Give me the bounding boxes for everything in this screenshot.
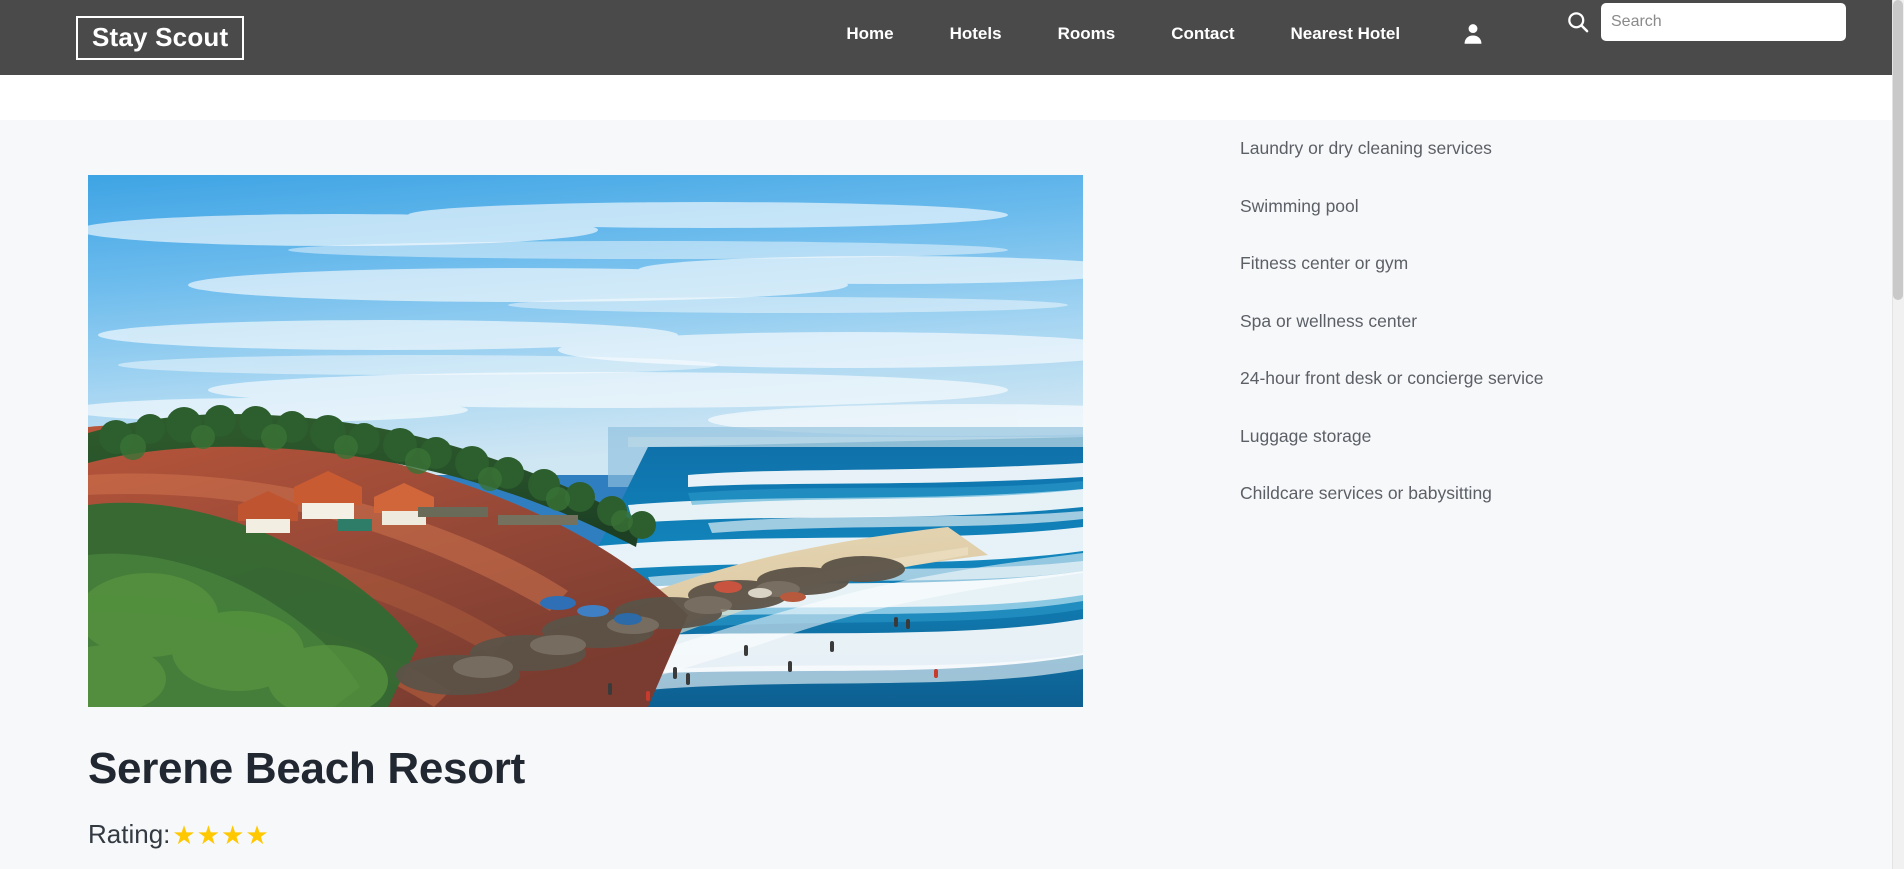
rating-label: Rating: <box>88 819 171 850</box>
main-nav-links: Home Hotels Rooms Contact Nearest Hotel <box>818 21 1486 55</box>
amenities-list: Laundry or dry cleaning services Swimmin… <box>1240 138 1800 503</box>
rating-row: Rating: ★ ★ ★ ★ <box>88 819 1083 850</box>
user-icon[interactable] <box>1460 21 1486 47</box>
hotel-detail-column: Serene Beach Resort Rating: ★ ★ ★ ★ <box>88 175 1083 850</box>
star-icon: ★ <box>196 819 222 850</box>
amenity-item: Luggage storage <box>1240 425 1372 446</box>
nav-link-rooms[interactable]: Rooms <box>1030 24 1144 44</box>
brand-logo[interactable]: Stay Scout <box>76 15 245 60</box>
search-input[interactable] <box>1601 3 1846 41</box>
amenity-item: Spa or wellness center <box>1240 310 1418 331</box>
header-white-strip <box>0 75 1892 120</box>
scrollbar-thumb[interactable] <box>1893 0 1903 300</box>
amenity-item: Swimming pool <box>1240 195 1359 216</box>
nav-link-contact[interactable]: Contact <box>1143 24 1262 44</box>
star-icon: ★ <box>221 819 246 850</box>
hotel-photo <box>88 175 1083 707</box>
search-area <box>1565 3 1846 41</box>
search-icon[interactable] <box>1565 9 1591 35</box>
top-navigation-bar: Stay Scout Home Hotels Rooms Contact Nea… <box>0 0 1892 75</box>
nav-link-hotels[interactable]: Hotels <box>922 24 1030 44</box>
page-title: Serene Beach Resort <box>88 744 525 793</box>
page-scrollbar[interactable] <box>1892 0 1904 869</box>
amenity-item: Childcare services or babysitting <box>1240 483 1492 503</box>
amenity-item: 24-hour front desk or concierge service <box>1240 368 1544 388</box>
nav-link-home[interactable]: Home <box>818 24 921 44</box>
main-content: Serene Beach Resort Rating: ★ ★ ★ ★ Laun… <box>0 120 1892 869</box>
star-icon: ★ <box>245 819 270 850</box>
amenity-item: Laundry or dry cleaning services <box>1240 138 1492 158</box>
nav-link-nearest-hotel[interactable]: Nearest Hotel <box>1262 24 1428 44</box>
star-icon: ★ <box>172 819 197 850</box>
rating-stars: ★ ★ ★ ★ <box>172 822 269 848</box>
page-root: Stay Scout Home Hotels Rooms Contact Nea… <box>0 0 1904 869</box>
amenity-item: Fitness center or gym <box>1240 253 1409 273</box>
